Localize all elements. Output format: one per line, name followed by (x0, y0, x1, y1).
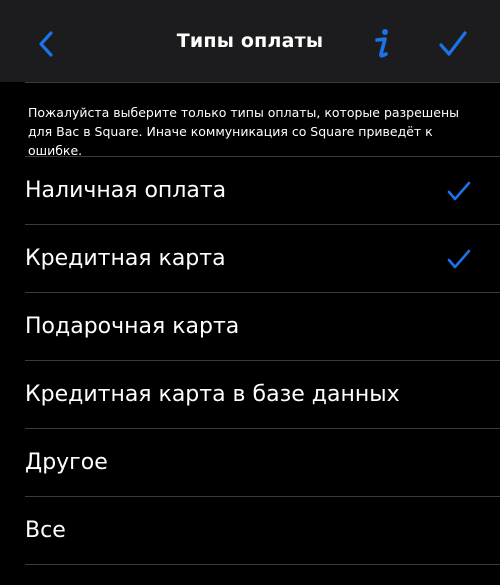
payment-option-label: Другое (25, 450, 108, 475)
payment-option-row[interactable]: Кредитная карта (0, 225, 500, 293)
page-title: Типы оплаты (176, 30, 324, 52)
payment-option-label: Подарочная карта (25, 314, 240, 339)
checkmark-icon (447, 181, 471, 201)
payment-option-label: Все (25, 518, 66, 543)
payment-types-hint: Пожалуйста выберите только типы оплаты, … (28, 105, 459, 158)
payment-option-row[interactable]: Подарочная карта (0, 293, 500, 361)
payment-option-label: Кредитная карта (25, 246, 226, 271)
payment-option-row[interactable]: Все (0, 497, 500, 565)
divider (25, 82, 500, 83)
payment-option-row[interactable]: Кредитная карта в базе данных (0, 361, 500, 429)
navigation-bar: Типы оплаты (0, 0, 500, 82)
payment-option-label: Кредитная карта в базе данных (25, 382, 400, 407)
info-icon[interactable] (368, 26, 396, 60)
payment-option-row[interactable]: Наличная оплата (0, 157, 500, 225)
done-checkmark-icon[interactable] (437, 29, 469, 59)
checkmark-icon (447, 249, 471, 269)
payment-types-list: Наличная оплата Кредитная карта Подарочн… (0, 157, 500, 565)
payment-option-row[interactable]: Другое (0, 429, 500, 497)
payment-option-label: Наличная оплата (25, 178, 227, 203)
